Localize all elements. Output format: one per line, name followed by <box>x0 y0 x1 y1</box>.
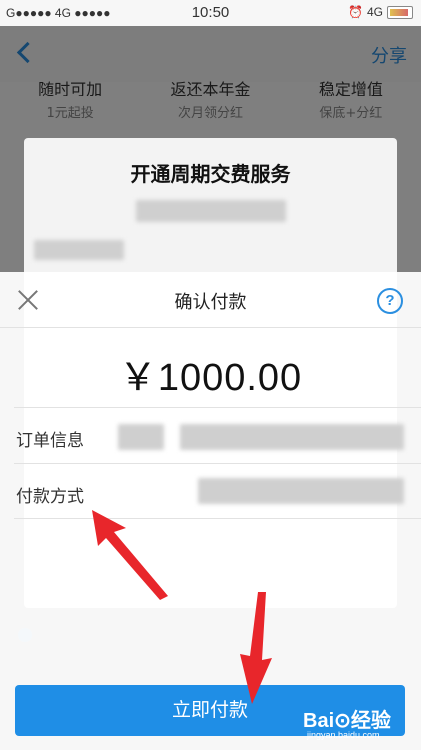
blurred-payment-value <box>198 478 404 504</box>
payment-amount: ￥1000.00 <box>118 357 303 399</box>
watermark-text: Bai⊙经验 <box>303 710 391 732</box>
dialog-title: 开通周期交费服务 <box>130 162 291 186</box>
sheet-title: 确认付款 <box>174 292 247 313</box>
payment-sheet: 确认付款 ? ￥1000.00 订单信息 付款方式 <box>0 272 421 750</box>
blurred-order-value <box>180 424 404 450</box>
payment-method-row[interactable]: 付款方式 <box>14 463 421 519</box>
status-right: ⏰ 4G <box>348 5 413 19</box>
alarm-icon: ⏰ <box>348 5 363 19</box>
status-bar: G●●●●● 4G ●●●●● 10:50 ⏰ 4G <box>0 0 421 26</box>
payment-method-label: 付款方式 <box>16 487 84 507</box>
baidu-watermark: Bai⊙经验 jingyan.baidu.com <box>303 704 415 746</box>
network-type: 4G <box>366 5 383 19</box>
order-info-row[interactable]: 订单信息 <box>14 407 421 463</box>
battery-icon <box>387 5 413 19</box>
order-info-label: 订单信息 <box>16 431 84 451</box>
blurred-order-value <box>118 424 164 450</box>
blurred-text <box>34 240 124 260</box>
sheet-header: 确认付款 ? <box>0 272 421 328</box>
watermark-sub: jingyan.baidu.com <box>307 730 380 740</box>
help-icon[interactable]: ? <box>377 288 403 314</box>
blurred-text <box>136 200 286 222</box>
